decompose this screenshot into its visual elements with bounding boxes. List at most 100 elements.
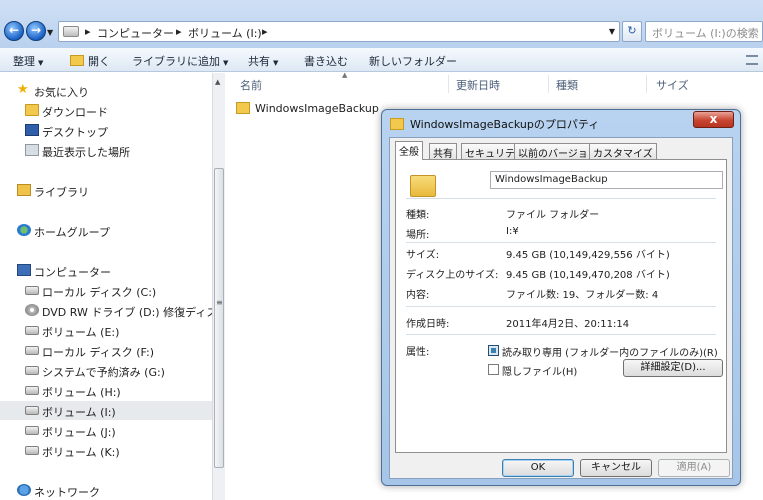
recent-pages-dropdown[interactable]: ▼ [47,28,53,37]
divider [406,306,716,307]
nav-computer[interactable]: コンピューター [0,261,212,280]
drive-icon [25,346,39,355]
crumb-separator-icon[interactable]: ▸ [176,25,182,38]
nav-drive-g[interactable]: システムで予約済み (G:) [0,361,212,380]
attributes-label: 属性: [406,347,430,358]
chevron-down-icon[interactable]: ▼ [609,27,615,36]
properties-dialog: WindowsImageBackupのプロパティ x 全般 共有 セキュリティ … [381,109,741,486]
column-header-type[interactable]: 種類 [556,77,578,93]
tab-customize[interactable]: カスタマイズ [589,143,657,160]
computer-icon [17,264,31,276]
forward-button[interactable]: → [26,21,46,41]
column-divider[interactable] [646,75,647,93]
desktop-icon [25,124,39,136]
hidden-checkbox[interactable] [488,364,499,375]
nav-network[interactable]: ネットワーク [0,481,212,500]
burn-button[interactable]: 書き込む [304,53,348,69]
drive-icon [25,406,39,415]
folder-icon [410,175,436,197]
star-icon: ★ [17,82,29,97]
dialog-title: WindowsImageBackupのプロパティ [410,118,600,131]
drive-icon [25,446,39,455]
apply-button[interactable]: 適用(A) [658,459,730,477]
size-value: 9.45 GB (10,149,429,556 バイト) [506,250,670,261]
created-label: 作成日時: [406,319,450,330]
advanced-button[interactable]: 詳細設定(D)... [623,359,723,377]
crumb-separator-icon[interactable]: ▸ [85,25,91,38]
nav-desktop[interactable]: デスクトップ [0,121,212,140]
close-button[interactable]: x [693,111,734,128]
nav-favorites[interactable]: ★ お気に入り [0,81,212,100]
nav-drive-j[interactable]: ボリューム (J:) [0,421,212,440]
location-label: 場所: [406,230,430,241]
drive-icon [25,366,39,375]
list-item[interactable]: WindowsImageBackup [236,102,379,115]
scrollbar-thumb[interactable] [214,168,224,468]
type-value: ファイル フォルダー [506,210,600,221]
command-bar: 整理 ▼ 開く ライブラリに追加 ▼ 共有 ▼ 書き込む 新しいフォルダー [0,48,763,72]
folder-icon [236,102,250,114]
close-icon: x [709,112,718,126]
divider [406,242,716,243]
readonly-label[interactable]: 読み取り専用 (フォルダー内のファイルのみ)(R) [502,344,718,359]
location-value: I:¥ [506,226,519,237]
tab-sharing[interactable]: 共有 [429,143,457,160]
nav-downloads[interactable]: ダウンロード [0,101,212,120]
homegroup-icon [17,224,31,236]
nav-drive-i[interactable]: ボリューム (I:) [0,401,212,420]
disk-size-value: 9.45 GB (10,149,470,208 バイト) [506,270,670,281]
folder-name-field[interactable]: WindowsImageBackup [490,171,723,189]
address-box[interactable]: ▸ コンピューター ▸ ボリューム (I:) ▸ ▼ [58,21,620,42]
drive-icon [25,426,39,435]
cancel-button[interactable]: キャンセル [580,459,652,477]
nav-drive-e[interactable]: ボリューム (E:) [0,321,212,340]
network-icon [17,484,31,496]
view-options-icon[interactable] [746,55,758,65]
column-header-name[interactable]: 名前 [240,77,262,93]
drive-icon [25,326,39,335]
readonly-checkbox[interactable] [488,345,499,356]
nav-recent-places[interactable]: 最近表示した場所 [0,141,212,160]
downloads-folder-icon [25,104,39,116]
breadcrumb-volume-i[interactable]: ボリューム (I:) [188,25,262,41]
recent-places-icon [25,144,39,156]
local-disk-icon [25,286,39,295]
add-to-library-menu[interactable]: ライブラリに追加 ▼ [132,53,228,69]
nav-drive-h[interactable]: ボリューム (H:) [0,381,212,400]
contains-value: ファイル数: 19、フォルダー数: 4 [506,290,659,301]
search-input[interactable]: ボリューム (I:)の検索 [645,21,763,42]
nav-drive-d[interactable]: DVD RW ドライブ (D:) 修復ディスク [0,301,212,320]
created-value: 2011年4月2日、20:11:14 [506,319,630,330]
nav-libraries[interactable]: ライブラリ [0,181,212,200]
ok-button[interactable]: OK [502,459,574,477]
nav-drive-c[interactable]: ローカル ディスク (C:) [0,281,212,300]
divider [406,198,716,199]
sort-arrow-icon: ▲ [342,71,348,79]
nav-homegroup[interactable]: ホームグループ [0,221,212,240]
type-label: 種類: [406,210,430,221]
column-header-size[interactable]: サイズ [656,77,689,93]
breadcrumb-computer[interactable]: コンピューター [97,25,174,41]
folder-icon [70,55,84,66]
organize-menu[interactable]: 整理 ▼ [13,53,43,69]
nav-scrollbar[interactable]: ▲ ≡ [212,73,225,500]
library-icon [17,184,31,196]
scroll-up-icon[interactable]: ▲ [215,78,220,86]
share-menu[interactable]: 共有 ▼ [248,53,278,69]
column-divider[interactable] [448,75,449,93]
refresh-button[interactable]: ↻ [622,21,642,42]
divider [406,334,716,335]
crumb-separator-icon[interactable]: ▸ [262,25,268,38]
column-divider[interactable] [548,75,549,93]
tab-general[interactable]: 全般 [395,141,423,160]
column-header-modified[interactable]: 更新日時 [456,77,500,93]
disk-size-label: ディスク上のサイズ: [406,270,499,281]
new-folder-button[interactable]: 新しいフォルダー [369,53,457,69]
open-button[interactable]: 開く [70,53,110,69]
back-button[interactable]: ← [4,21,24,41]
nav-drive-f[interactable]: ローカル ディスク (F:) [0,341,212,360]
hidden-label[interactable]: 隠しファイル(H) [502,363,577,378]
drive-icon [25,386,39,395]
general-tab-panel: WindowsImageBackup 種類: ファイル フォルダー 場所: I:… [395,159,727,453]
nav-drive-k[interactable]: ボリューム (K:) [0,441,212,460]
